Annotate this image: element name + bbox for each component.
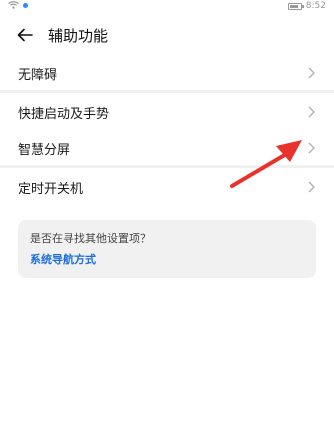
list-item-accessibility[interactable]: 无障碍 [0,54,334,92]
wifi-icon [8,1,19,9]
notification-dot-icon [23,2,28,8]
help-card: 是否在寻找其他设置项？ 系统导航方式 [18,220,316,278]
back-button[interactable] [14,24,36,46]
list-item-label: 定时开关机 [18,181,84,197]
status-bar: 8:52 [0,0,334,14]
list-item-shortcuts-gestures[interactable]: 快捷启动及手势 [0,93,334,131]
chevron-right-icon [308,142,315,154]
status-left [8,1,28,9]
list-item-scheduled-power[interactable]: 定时开关机 [0,168,334,206]
help-question: 是否在寻找其他设置项？ [30,232,151,245]
battery-icon [287,2,304,10]
list-item-label: 无障碍 [18,67,58,83]
chevron-right-icon [308,106,315,118]
list-item-smart-split-screen[interactable]: 智慧分屏 [0,129,334,167]
arrow-left-icon [17,28,33,42]
chevron-right-icon [308,181,315,193]
chevron-right-icon [308,67,315,79]
system-navigation-link[interactable]: 系统导航方式 [30,251,96,267]
page-title: 辅助功能 [48,27,109,45]
list-item-label: 智慧分屏 [18,142,71,158]
app-header: 辅助功能 [0,18,334,52]
status-time: 8:52 [305,1,326,11]
list-item-label: 快捷启动及手势 [18,106,110,122]
status-right: 8:52 [287,1,326,11]
